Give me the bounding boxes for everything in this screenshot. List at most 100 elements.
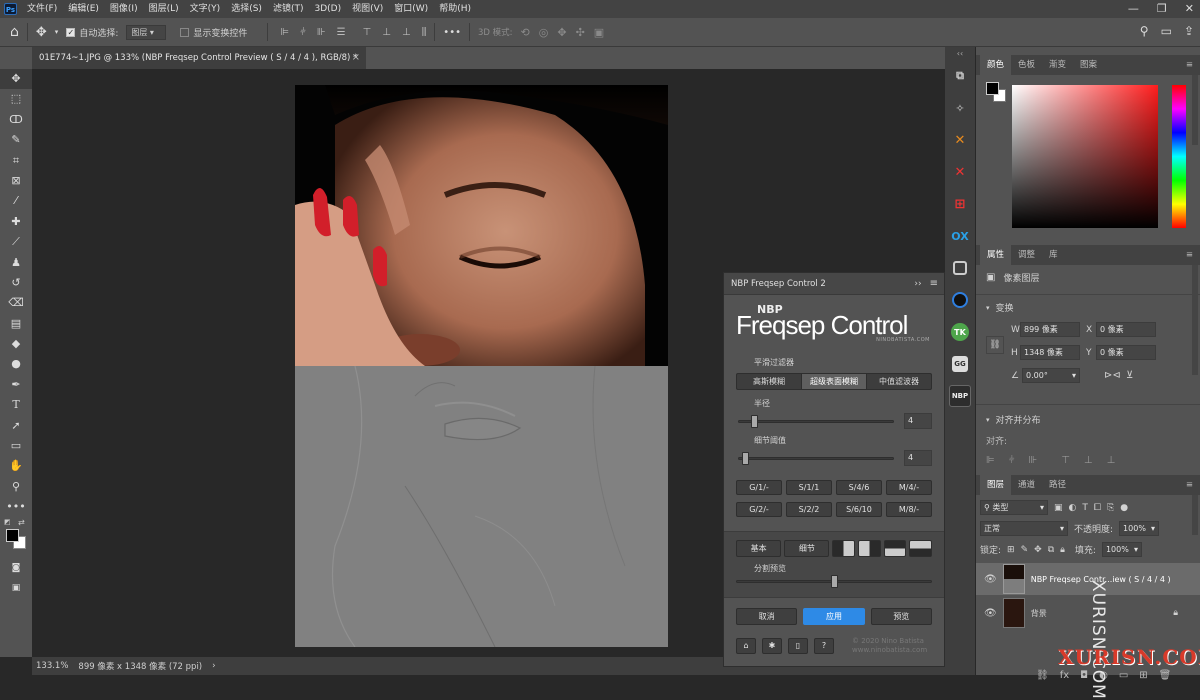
lock-position-icon[interactable]: ✥ (1034, 545, 1042, 555)
threshold-slider[interactable] (738, 451, 894, 465)
more-options-button[interactable]: ••• (443, 27, 461, 38)
scrollbar[interactable] (1192, 75, 1198, 145)
angle-input[interactable]: 0.00° ▾ (1022, 368, 1080, 383)
w-input[interactable]: 899 像素 (1020, 322, 1080, 337)
zoom-level[interactable]: 133.1% (36, 661, 68, 671)
align-top-icon[interactable]: ⊤ (363, 27, 372, 38)
menu-item[interactable]: 文字(Y) (190, 0, 221, 18)
preset-button[interactable]: M/8/- (886, 502, 932, 517)
panel-tab[interactable]: 图案 (1073, 55, 1104, 75)
threshold-input[interactable]: 4 (904, 450, 932, 466)
radius-slider[interactable] (738, 414, 894, 428)
align-left-icon[interactable]: ⊫ (280, 27, 289, 38)
scrollbar[interactable] (1192, 495, 1198, 535)
menu-item[interactable]: 滤镜(T) (273, 0, 304, 18)
plugin-orange-icon[interactable]: ✕ (949, 129, 971, 151)
hue-slider[interactable] (1172, 85, 1186, 228)
brush-tool-icon[interactable]: ⟋ (0, 232, 32, 252)
move-tool-icon[interactable]: ✥ (36, 25, 47, 40)
expand-icon[interactable]: ›› (914, 279, 921, 289)
eraser-tool-icon[interactable]: ⌫ (0, 293, 32, 313)
panel-menu-icon[interactable]: ≡ (1179, 475, 1200, 495)
zoom-tool-icon[interactable]: ⚲ (0, 477, 32, 497)
status-menu-arrow[interactable]: › (212, 661, 215, 671)
preset-button[interactable]: S/1/1 (786, 480, 832, 495)
align-vcenter-icon[interactable]: ⊥ (1084, 455, 1093, 466)
search-icon[interactable]: ⚲ (1140, 24, 1149, 38)
3d-roll-icon[interactable]: ◎ (539, 26, 549, 39)
3d-slide-icon[interactable]: ✣ (576, 26, 585, 39)
lock-artboard-icon[interactable]: ⧉ (1048, 545, 1054, 555)
visibility-eye-icon[interactable]: 👁︎ (984, 608, 997, 619)
panel-tab[interactable]: 属性 (980, 245, 1012, 265)
swap-colors-icon[interactable]: ⇄ (18, 518, 25, 527)
menu-item[interactable]: 帮助(H) (439, 0, 471, 18)
split-left-icon[interactable] (832, 540, 856, 557)
plugin-tk-icon[interactable]: TK (951, 323, 969, 341)
healing-brush-tool-icon[interactable]: ✚ (0, 212, 32, 232)
history-icon[interactable]: ⧉ (949, 65, 971, 87)
share-icon[interactable]: ⇪ (1184, 24, 1194, 38)
panel-menu-icon[interactable]: ≡ (930, 278, 938, 289)
flip-horizontal-icon[interactable]: ⊳⊲ (1104, 370, 1121, 381)
new-group-icon[interactable]: ▭ (1119, 670, 1128, 681)
cancel-button[interactable]: 取消 (736, 608, 798, 625)
align-hcenter-icon[interactable]: ⫩ (1009, 455, 1015, 466)
fill-input[interactable]: 100% ▾ (1101, 542, 1142, 557)
filter-adjust-icon[interactable]: ◐ (1069, 503, 1077, 513)
align-header[interactable]: ▾ 对齐并分布 (986, 413, 1190, 427)
plugin-ox-icon[interactable]: OX (949, 225, 971, 247)
panel-tab[interactable]: 库 (1042, 245, 1065, 265)
lock-pixels-icon[interactable]: ✎ (1021, 545, 1029, 555)
close-tab-icon[interactable]: × (352, 47, 360, 69)
edit-toolbar-icon[interactable]: ••• (0, 497, 32, 517)
menu-item[interactable]: 编辑(E) (68, 0, 99, 18)
opacity-input[interactable]: 100% ▾ (1119, 521, 1160, 536)
rectangle-tool-icon[interactable]: ▭ (0, 436, 32, 456)
minimize-button[interactable]: — (1128, 0, 1139, 18)
menu-item[interactable]: 视图(V) (352, 0, 383, 18)
pen-tool-icon[interactable]: ✒ (0, 375, 32, 395)
preset-button[interactable]: S/2/2 (786, 502, 832, 517)
filter-type-icon[interactable]: T (1082, 503, 1088, 513)
preset-button[interactable]: G/2/- (736, 502, 782, 517)
threshold-slider-knob[interactable] (742, 451, 750, 465)
split-bottom-icon[interactable] (909, 540, 933, 557)
layer-filter-dropdown[interactable]: ⚲ 类型 ▾ (980, 500, 1048, 515)
home-icon[interactable]: ⌂ (10, 24, 19, 40)
split-slider-knob[interactable] (831, 575, 838, 588)
lasso-tool-icon[interactable]: ↀ (0, 110, 32, 130)
basic-view-button[interactable]: 基本 (736, 540, 782, 557)
delete-layer-icon[interactable]: 🗑︎ (1159, 670, 1172, 681)
split-top-icon[interactable] (883, 540, 907, 557)
settings-icon[interactable]: ✱ (762, 638, 782, 654)
filter-option[interactable]: 高斯模糊 (737, 374, 802, 389)
panel-tab[interactable]: 图层 (980, 475, 1012, 495)
menu-item[interactable]: 3D(D) (314, 0, 341, 18)
foreground-color-swatch[interactable] (6, 528, 19, 542)
split-slider[interactable] (736, 575, 932, 588)
menu-item[interactable]: 图像(I) (110, 0, 138, 18)
x-input[interactable]: 0 像素 (1096, 322, 1156, 337)
plugin-nbp-icon[interactable]: NBP (949, 385, 971, 407)
preset-button[interactable]: S/4/6 (836, 480, 882, 495)
show-transform-checkbox[interactable] (180, 27, 190, 37)
split-right-icon[interactable] (858, 540, 881, 557)
menu-item[interactable]: 文件(F) (27, 0, 57, 18)
brush-settings-icon[interactable]: ✧ (949, 97, 971, 119)
align-left-icon[interactable]: ⊫ (986, 455, 995, 466)
quick-mask-icon[interactable]: ◙ (0, 558, 32, 578)
align-bottom-icon[interactable]: ⊥ (402, 27, 411, 38)
panel-menu-icon[interactable]: ≡ (1179, 55, 1200, 75)
panel-tab[interactable]: 调整 (1011, 245, 1042, 265)
panel-tab[interactable]: 颜色 (980, 55, 1012, 75)
align-vdist-icon[interactable]: ☰ (337, 27, 346, 38)
filter-shape-icon[interactable]: ⧠ (1094, 503, 1101, 513)
close-button[interactable]: ✕ (1185, 0, 1194, 18)
apply-button[interactable]: 应用 (803, 608, 865, 625)
frame-tool-icon[interactable]: ⊠ (0, 171, 32, 191)
menu-item[interactable]: 选择(S) (231, 0, 262, 18)
visibility-eye-icon[interactable]: 👁︎ (984, 574, 997, 585)
align-bottom-icon[interactable]: ⊥ (1107, 455, 1116, 466)
blur-tool-icon[interactable]: ◆ (0, 334, 32, 354)
